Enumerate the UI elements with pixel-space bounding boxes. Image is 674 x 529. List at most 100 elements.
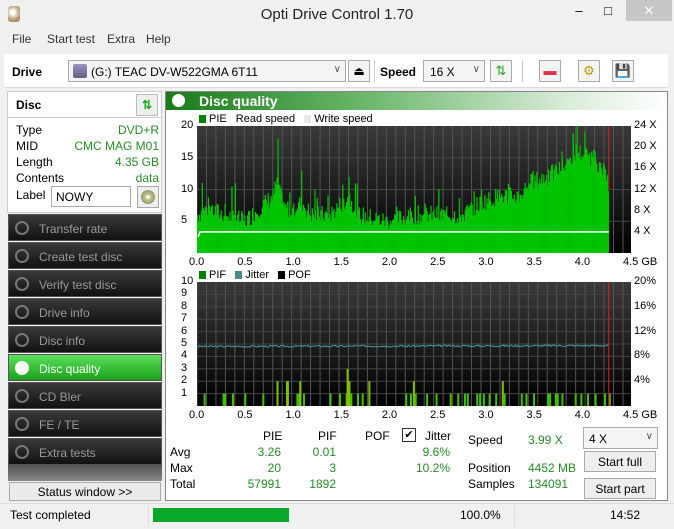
stat-pie: 20 <box>267 461 281 475</box>
y2-tick-label: 20% <box>634 275 657 287</box>
save-button[interactable]: 💾 <box>612 60 634 82</box>
stat-pif: 3 <box>329 461 336 475</box>
speed-select[interactable]: 16 X ∨ <box>423 60 485 82</box>
pif-bar <box>556 393 559 406</box>
pif-bar <box>594 393 597 406</box>
x-tick-label: 1.0 <box>285 409 301 421</box>
settings-button[interactable]: ⚙ <box>578 60 600 82</box>
separator <box>514 506 515 526</box>
y-tick-label: 5 <box>181 337 188 349</box>
pif-bar <box>525 393 528 406</box>
nav-item-disc-info[interactable]: Disc info <box>8 326 162 353</box>
nav-item-create-test-disc[interactable]: Create test disc <box>8 242 162 269</box>
y-tick-label: 20 <box>181 119 194 131</box>
pif-bar <box>549 393 552 406</box>
test-speed-select[interactable]: 4 X ∨ <box>583 427 658 449</box>
refresh-button[interactable]: ⇅ <box>490 60 512 82</box>
pie-peak-bar <box>314 189 316 253</box>
y2-tick-label: 12% <box>634 324 657 337</box>
start-full-button[interactable]: Start full <box>584 451 656 472</box>
menu-help[interactable]: Help <box>146 32 171 46</box>
status-bar: Test completed 100.0% 14:52 <box>0 503 674 529</box>
nav-label: Disc quality <box>39 362 101 376</box>
nav-item-verify-test-disc[interactable]: Verify test disc <box>8 270 162 297</box>
y-tick-label: 10 <box>181 275 194 287</box>
minimize-button[interactable]: – <box>565 0 593 21</box>
pif-bar <box>604 393 607 406</box>
legend-swatch <box>304 115 312 123</box>
col-pie: PIE <box>263 429 283 443</box>
disc-contents-row: Contents data <box>16 171 159 187</box>
progress-percent: 100.0% <box>460 508 501 522</box>
y-tick-label: 3 <box>181 361 188 374</box>
legend-label: Jitter <box>245 269 270 281</box>
disc-icon <box>15 221 29 235</box>
panel-header: Disc quality <box>166 92 667 110</box>
pif-bar <box>435 393 438 406</box>
pif-bar <box>276 381 279 406</box>
pif-bar <box>561 393 564 406</box>
disc-mid-row: MID CMC MAG M01 <box>16 139 159 155</box>
eject-button[interactable]: ⏏ <box>348 60 370 82</box>
drive-select[interactable]: (G:) TEAC DV-W522GMA 6T11 ∨ <box>68 60 346 82</box>
pie-peak-bar <box>348 176 350 253</box>
pif-bar <box>479 393 482 406</box>
disc-icon <box>15 389 29 403</box>
pif-bar <box>476 393 479 406</box>
pif-bar <box>350 393 353 406</box>
nav-label: Disc info <box>39 334 86 348</box>
menu-extra[interactable]: Extra <box>107 32 135 46</box>
erase-button[interactable]: ▬ <box>539 60 561 82</box>
nav-item-transfer-rate[interactable]: Transfer rate <box>8 214 162 241</box>
x-tick-label: 4.5 GB <box>623 256 658 268</box>
nav-item-fe-te[interactable]: FE / TE <box>8 410 162 437</box>
menu-file[interactable]: File <box>12 32 31 46</box>
separator <box>522 60 523 82</box>
disc-refresh-button[interactable]: ⇅ <box>136 94 158 116</box>
pif-bar <box>547 393 550 406</box>
label-button[interactable] <box>137 186 159 208</box>
nav-item-cd-bler[interactable]: CD Bler <box>8 382 162 409</box>
label-input[interactable]: NOWY <box>51 186 131 207</box>
pif-bar <box>361 393 364 406</box>
status-window-button[interactable]: Status window >> <box>9 482 161 501</box>
disc-header: Disc ⇅ <box>8 92 161 118</box>
col-pof: POF <box>365 429 390 443</box>
maximize-button[interactable]: □ <box>593 0 623 21</box>
pif-bar <box>244 393 247 406</box>
pie-peak-bar <box>301 170 303 253</box>
pie-peak-bar <box>277 138 279 253</box>
elapsed-time: 14:52 <box>610 508 641 522</box>
pif-bar <box>296 393 299 406</box>
x-tick-label: 1.0 <box>285 256 301 268</box>
stat-pie: 57991 <box>247 477 281 491</box>
disc-type-row: Type DVD+R <box>16 123 159 139</box>
pif-bar <box>262 393 265 406</box>
nav-item-extra-tests[interactable]: Extra tests <box>8 438 162 465</box>
nav-item-drive-info[interactable]: Drive info <box>8 298 162 325</box>
pif-bar <box>580 393 583 406</box>
legend-write-speed: Write speed <box>304 113 373 125</box>
pif-legend: PIF Jitter POF <box>199 269 317 281</box>
pif-bar <box>457 393 460 406</box>
pif-bar <box>348 381 351 406</box>
pif-bar <box>463 393 466 406</box>
x-tick-label: 3.5 <box>526 409 542 421</box>
start-part-button[interactable]: Start part <box>584 478 656 499</box>
close-button[interactable]: ✕ <box>626 0 672 21</box>
jitter-checkbox[interactable]: ✔ <box>402 428 416 442</box>
nav-label: Create test disc <box>39 250 123 264</box>
gear-icon: ⚙ <box>583 63 595 78</box>
pif-bar <box>329 393 332 406</box>
y2-tick-label: 4% <box>634 374 650 387</box>
nav-label: Extra tests <box>39 446 96 460</box>
legend-jitter: Jitter <box>235 269 269 281</box>
y-tick-label: 7 <box>181 312 188 325</box>
pif-bar <box>356 393 359 406</box>
legend-swatch <box>199 271 206 279</box>
drive-label: Drive <box>12 65 43 79</box>
nav-item-disc-quality[interactable]: Disc quality <box>8 354 162 381</box>
disc-value: DVD+R <box>117 123 159 137</box>
samples-value: 134091 <box>528 477 569 491</box>
menu-start-test[interactable]: Start test <box>47 32 95 46</box>
